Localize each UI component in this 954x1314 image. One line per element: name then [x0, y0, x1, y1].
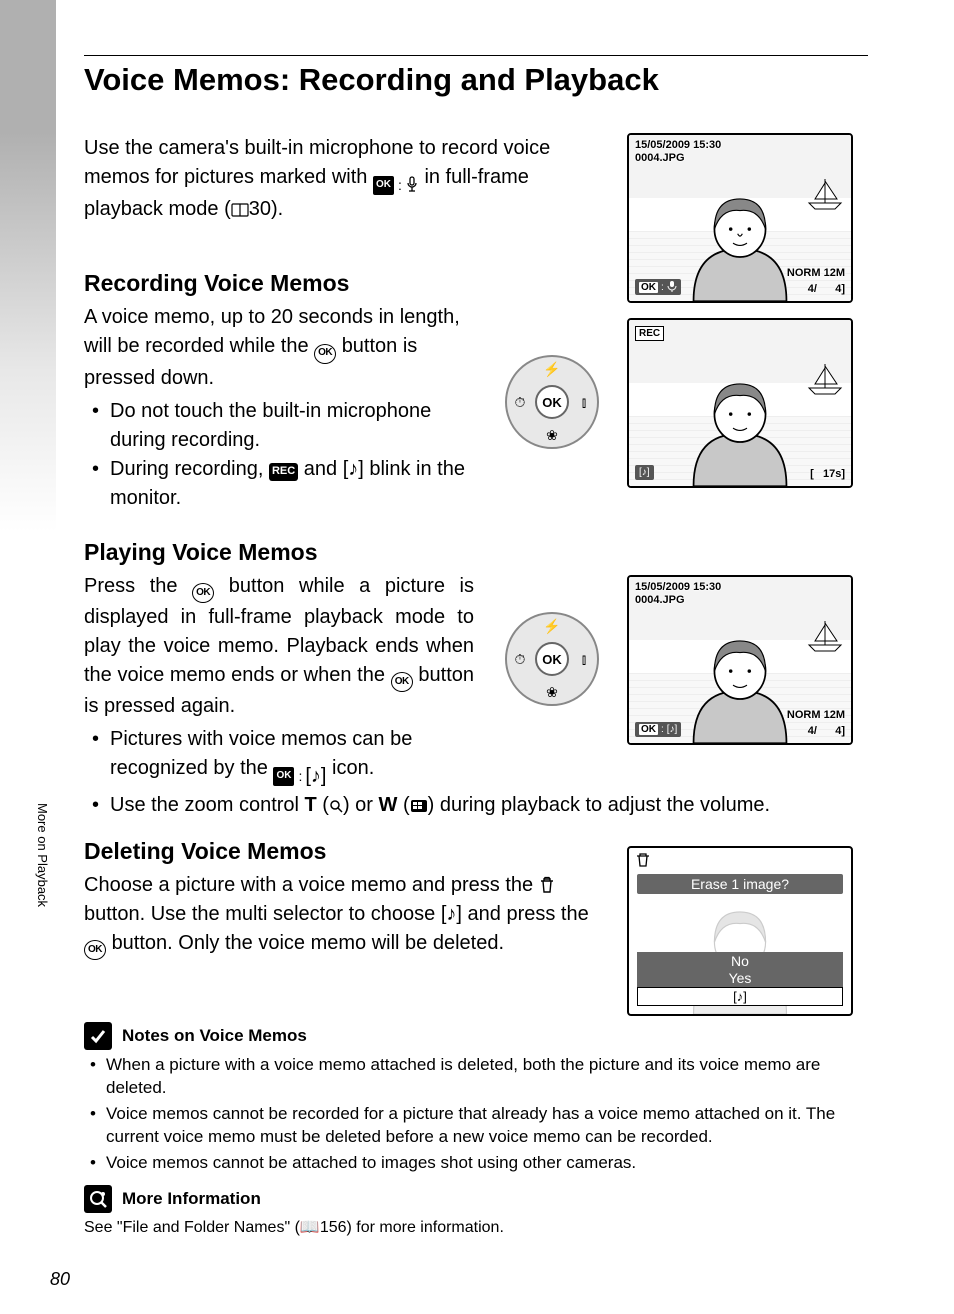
colon-icon: :	[394, 175, 405, 195]
deleting-body-a: Choose a picture with a voice memo and p…	[84, 874, 539, 896]
deleting-body: Choose a picture with a voice memo and p…	[84, 871, 594, 960]
screen2-time: [ 17s]	[810, 468, 845, 480]
svg-text:❀: ❀	[546, 427, 558, 443]
erase-prompt: Erase 1 image?	[637, 874, 843, 894]
ok-button-icon-3: OK	[391, 672, 413, 692]
playing-body: Press the OK button while a picture is d…	[84, 572, 474, 722]
ok-badge-icon: OK	[373, 176, 394, 195]
svg-text:⏱: ⏱	[515, 651, 526, 667]
person-illustration	[662, 185, 817, 301]
screen3-file: 0004.JPG	[635, 594, 685, 606]
screen1-colon: :	[661, 282, 664, 293]
svg-text:⫾: ⫾	[582, 394, 586, 410]
screen-recording: REC [ 17s] [♪]	[627, 318, 853, 488]
magnify-icon	[329, 799, 343, 813]
recording-bullet-1: Do not touch the built-in microphone dur…	[84, 397, 474, 455]
screen1-file: 0004.JPG	[635, 152, 685, 164]
book-ref-icon	[231, 203, 249, 217]
notes-section: Notes on Voice Memos When a picture with…	[84, 1022, 870, 1238]
title-rule	[84, 55, 868, 56]
erase-options: No Yes [♪]	[637, 952, 843, 1006]
erase-option-yes[interactable]: Yes	[637, 969, 843, 987]
memo-bracket-icon-2: [♪]	[305, 762, 326, 791]
svg-text:OK: OK	[542, 652, 562, 667]
screen3-ok-bar: OK : [♪]	[635, 722, 681, 737]
manual-page: Voice Memos: Recording and Playback More…	[0, 0, 954, 1314]
memo-bracket-icon: [♪]	[343, 458, 364, 480]
deleting-body-c: button. Only the voice memo will be dele…	[112, 932, 504, 954]
screen-erase-dialog: Erase 1 image? No Yes [♪]	[627, 846, 853, 1016]
svg-text:OK: OK	[542, 395, 562, 410]
erase-option-no[interactable]: No	[637, 952, 843, 970]
colon-icon-2: :	[294, 766, 305, 786]
page-title: Voice Memos: Recording and Playback	[84, 62, 659, 98]
playing-body-a: Press the	[84, 575, 192, 597]
playing-bullet-1: Pictures with voice memos can be recogni…	[84, 725, 474, 791]
screen2-rec: REC	[635, 326, 664, 341]
notes-heading: Notes on Voice Memos	[122, 1026, 307, 1046]
screen1-norm: NORM 12M	[787, 267, 845, 279]
svg-text:⚡: ⚡	[543, 361, 560, 378]
notes-header-row: Notes on Voice Memos	[84, 1022, 870, 1050]
side-tab-label: More on Playback	[28, 780, 50, 930]
ok-button-icon-2: OK	[192, 583, 214, 603]
screen3-ok: OK	[639, 724, 658, 735]
page-number: 80	[50, 1269, 70, 1290]
trash-icon	[539, 876, 555, 894]
screen3-count: 4/ 4]	[808, 725, 845, 737]
screen1-count: 4/ 4]	[808, 283, 845, 295]
intro-paragraph: Use the camera's built-in microphone to …	[84, 134, 604, 224]
notes-bullet-1: When a picture with a voice memo attache…	[84, 1054, 864, 1100]
ok-mic-inline-icon: OK :	[373, 175, 419, 195]
info-badge-icon	[84, 1185, 112, 1213]
rec-badge-icon: REC	[269, 463, 298, 481]
ok-memo-inline-icon: OK : [♪]	[273, 762, 326, 791]
screen1-ok-bar: OK :	[635, 279, 681, 295]
screen2-memo-glyph: [♪]	[639, 467, 650, 478]
multi-selector-1: OK ⚡ ❀ ⏱ ⫾	[502, 352, 602, 452]
screen3-date: 15/05/2009 15:30	[635, 581, 721, 593]
zoom-t-label: T	[305, 794, 317, 816]
screen1-ok: OK	[639, 282, 658, 293]
moreinfo-heading: More Information	[122, 1189, 261, 1209]
screen-playback-mic: 15/05/2009 15:30 0004.JPG NORM 12M 4/ 4]…	[627, 133, 853, 303]
erase-option-memo[interactable]: [♪]	[637, 987, 843, 1006]
svg-text:⚡: ⚡	[543, 618, 560, 635]
svg-text:❀: ❀	[546, 684, 558, 700]
thumbnail-icon	[410, 799, 428, 813]
notes-bullet-2: Voice memos cannot be recorded for a pic…	[84, 1103, 864, 1149]
recording-bullets: Do not touch the built-in microphone dur…	[84, 397, 474, 513]
check-badge-icon	[84, 1022, 112, 1050]
screen2-bar: [♪]	[635, 465, 654, 480]
ok-button-icon-4: OK	[84, 940, 106, 960]
recording-body: A voice memo, up to 20 seconds in length…	[84, 303, 474, 392]
screen2-person	[662, 370, 817, 486]
zoom-w-label: W	[379, 794, 398, 816]
screen-playback-memo: 15/05/2009 15:30 0004.JPG NORM 12M 4/ 4]…	[627, 575, 853, 745]
moreinfo-body: See "File and Folder Names" (📖156) for m…	[84, 1217, 870, 1239]
svg-text:⫾: ⫾	[582, 651, 586, 667]
playing-bullet-2: Use the zoom control T () or W () during…	[84, 791, 844, 820]
moreinfo-header-row: More Information	[84, 1185, 870, 1213]
screen3-memo-glyph: [♪]	[667, 724, 678, 735]
ok-button-icon: OK	[314, 344, 336, 364]
notes-bullets: When a picture with a voice memo attache…	[84, 1054, 864, 1175]
left-gray-fade	[0, 132, 56, 1314]
intro-ref: 30).	[249, 198, 283, 220]
screen3-norm: NORM 12M	[787, 709, 845, 721]
playing-heading: Playing Voice Memos	[84, 539, 870, 566]
microphone-icon	[405, 176, 419, 194]
screen3-person	[662, 627, 817, 743]
deleting-body-b: button. Use the multi selector to choose…	[84, 903, 589, 925]
svg-text:⏱: ⏱	[515, 394, 526, 410]
recording-bullet-2: During recording, REC and [♪] blink in t…	[84, 455, 474, 513]
screen1-mic-icon	[667, 281, 677, 293]
screen3-colon: :	[661, 724, 664, 735]
multi-selector-2: OK ⚡ ❀ ⏱ ⫾	[502, 609, 602, 709]
screen1-date: 15/05/2009 15:30	[635, 139, 721, 151]
notes-bullet-3: Voice memos cannot be attached to images…	[84, 1152, 864, 1175]
erase-trash-icon	[633, 852, 653, 868]
ok-badge-icon-2: OK	[273, 767, 294, 786]
